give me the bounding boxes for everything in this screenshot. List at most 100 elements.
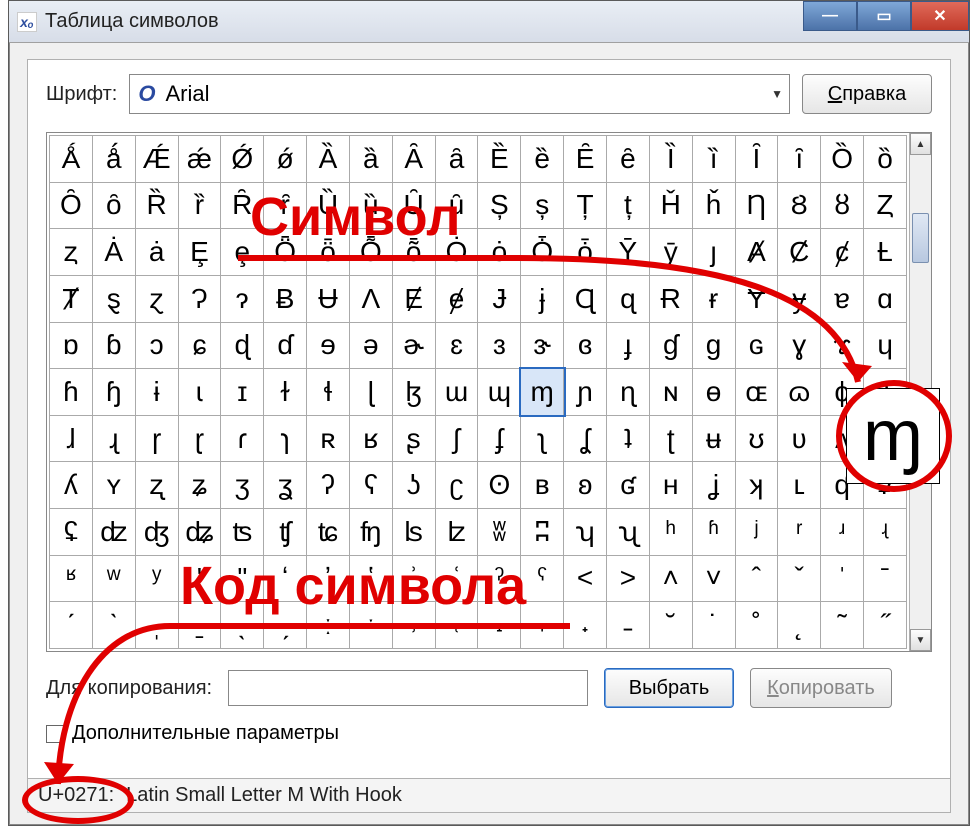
char-cell[interactable]: ʄ bbox=[478, 415, 521, 462]
char-cell[interactable]: Ȏ bbox=[50, 182, 93, 229]
char-cell[interactable]: Ʌ bbox=[349, 275, 392, 322]
char-cell[interactable]: Ȕ bbox=[307, 182, 350, 229]
char-cell[interactable]: ˄ bbox=[649, 555, 692, 602]
char-cell[interactable]: ˓ bbox=[435, 602, 478, 649]
char-cell[interactable]: ʓ bbox=[264, 462, 307, 509]
char-cell[interactable]: ʾ bbox=[392, 555, 435, 602]
char-cell[interactable]: ʒ bbox=[221, 462, 264, 509]
char-cell[interactable]: ʨ bbox=[307, 509, 350, 556]
char-cell[interactable]: Ȳ bbox=[606, 229, 649, 276]
char-cell[interactable]: ɹ bbox=[864, 369, 907, 416]
char-cell[interactable]: ʴ bbox=[821, 509, 864, 556]
char-cell[interactable]: ˜ bbox=[821, 602, 864, 649]
char-cell[interactable]: ɔ bbox=[135, 322, 178, 369]
char-cell[interactable]: ˊ bbox=[50, 602, 93, 649]
char-cell[interactable]: ȗ bbox=[435, 182, 478, 229]
char-cell[interactable]: Ȅ bbox=[478, 136, 521, 183]
char-cell[interactable]: Ȗ bbox=[392, 182, 435, 229]
char-cell[interactable]: ȭ bbox=[392, 229, 435, 276]
char-cell[interactable]: ǽ bbox=[178, 136, 221, 183]
char-cell[interactable]: ʍ bbox=[864, 415, 907, 462]
char-cell[interactable]: ȅ bbox=[521, 136, 564, 183]
char-cell[interactable]: ǻ bbox=[92, 136, 135, 183]
char-cell[interactable]: ʂ bbox=[392, 415, 435, 462]
char-cell[interactable]: ʲ bbox=[735, 509, 778, 556]
char-cell[interactable]: ȳ bbox=[649, 229, 692, 276]
char-cell[interactable]: Ⱦ bbox=[50, 275, 93, 322]
char-cell[interactable]: ɻ bbox=[92, 415, 135, 462]
char-cell[interactable]: ˅ bbox=[692, 555, 735, 602]
char-cell[interactable]: ˗ bbox=[606, 602, 649, 649]
char-cell[interactable]: ɵ bbox=[692, 369, 735, 416]
char-cell[interactable]: ʰ bbox=[649, 509, 692, 556]
char-cell[interactable]: ȼ bbox=[821, 229, 864, 276]
char-cell[interactable]: ɳ bbox=[606, 369, 649, 416]
char-cell[interactable]: ː bbox=[307, 602, 350, 649]
char-cell[interactable]: ȥ bbox=[50, 229, 93, 276]
grid-scrollbar[interactable]: ▲ ▼ bbox=[909, 133, 931, 651]
char-cell[interactable]: ȕ bbox=[349, 182, 392, 229]
char-cell[interactable]: ˂ bbox=[564, 555, 607, 602]
character-grid[interactable]: ǺǻǼǽǾǿȀȁȂȃȄȅȆȇȈȉȊȋȌȍȎȏȐȑȒȓȔȕȖȗȘșȚțȞȟȠȢȣȤ… bbox=[47, 133, 909, 651]
char-cell[interactable]: ʜ bbox=[649, 462, 692, 509]
char-cell[interactable]: ˙ bbox=[692, 602, 735, 649]
char-cell[interactable]: Ǿ bbox=[221, 136, 264, 183]
char-cell[interactable]: ɗ bbox=[264, 322, 307, 369]
char-cell[interactable]: ɺ bbox=[50, 415, 93, 462]
scroll-thumb[interactable] bbox=[912, 213, 929, 263]
char-cell[interactable]: ȯ bbox=[478, 229, 521, 276]
char-cell[interactable]: ʪ bbox=[392, 509, 435, 556]
maximize-button[interactable]: ▭ bbox=[857, 1, 911, 31]
char-cell[interactable]: ʞ bbox=[735, 462, 778, 509]
char-cell[interactable]: ǿ bbox=[264, 136, 307, 183]
char-cell[interactable]: ȫ bbox=[307, 229, 350, 276]
char-cell[interactable]: ɭ bbox=[349, 369, 392, 416]
char-cell[interactable]: ș bbox=[521, 182, 564, 229]
char-cell[interactable]: ɚ bbox=[392, 322, 435, 369]
char-cell[interactable]: ˑ bbox=[349, 602, 392, 649]
char-cell[interactable]: ɷ bbox=[778, 369, 821, 416]
char-cell[interactable]: ʳ bbox=[778, 509, 821, 556]
char-cell[interactable]: ɧ bbox=[92, 369, 135, 416]
char-cell[interactable]: ʕ bbox=[349, 462, 392, 509]
scroll-down-icon[interactable]: ▼ bbox=[910, 629, 931, 651]
char-cell[interactable]: ʟ bbox=[778, 462, 821, 509]
char-cell[interactable]: ɑ bbox=[864, 275, 907, 322]
char-cell[interactable]: Ȑ bbox=[135, 182, 178, 229]
char-cell[interactable]: Ȇ bbox=[564, 136, 607, 183]
char-cell[interactable]: ɼ bbox=[135, 415, 178, 462]
char-cell[interactable]: ȇ bbox=[606, 136, 649, 183]
close-button[interactable]: ✕ bbox=[911, 1, 969, 31]
char-cell[interactable]: ɛ bbox=[435, 322, 478, 369]
char-cell[interactable]: ʃ bbox=[435, 415, 478, 462]
char-cell[interactable]: ʚ bbox=[564, 462, 607, 509]
char-cell[interactable]: Ǽ bbox=[135, 136, 178, 183]
char-cell[interactable]: Ɇ bbox=[392, 275, 435, 322]
char-cell[interactable]: ʱ bbox=[692, 509, 735, 556]
char-cell[interactable]: ɝ bbox=[521, 322, 564, 369]
char-cell[interactable]: ʑ bbox=[178, 462, 221, 509]
char-cell[interactable]: ʐ bbox=[135, 462, 178, 509]
char-cell[interactable]: ʛ bbox=[606, 462, 649, 509]
char-cell[interactable]: ȩ bbox=[221, 229, 264, 276]
char-cell[interactable]: Ɂ bbox=[178, 275, 221, 322]
char-cell[interactable]: ɫ bbox=[264, 369, 307, 416]
char-cell[interactable]: Ȟ bbox=[649, 182, 692, 229]
char-cell[interactable]: ˀ bbox=[478, 555, 521, 602]
help-button[interactable]: ССправкаправка bbox=[802, 74, 932, 114]
char-cell[interactable]: ʎ bbox=[50, 462, 93, 509]
char-cell[interactable]: ˕ bbox=[521, 602, 564, 649]
char-cell[interactable]: ʏ bbox=[92, 462, 135, 509]
char-cell[interactable]: Ɋ bbox=[564, 275, 607, 322]
char-cell[interactable]: ʀ bbox=[307, 415, 350, 462]
char-cell[interactable]: Ȉ bbox=[649, 136, 692, 183]
char-cell[interactable]: ʼ bbox=[307, 555, 350, 602]
char-cell[interactable]: Ȃ bbox=[392, 136, 435, 183]
char-cell[interactable]: ɰ bbox=[478, 369, 521, 416]
char-cell[interactable]: ȑ bbox=[178, 182, 221, 229]
char-cell[interactable]: ˈ bbox=[821, 555, 864, 602]
char-cell[interactable]: ɦ bbox=[50, 369, 93, 416]
char-cell[interactable]: ʥ bbox=[178, 509, 221, 556]
char-cell[interactable]: ɾ bbox=[221, 415, 264, 462]
char-cell[interactable]: ʮ bbox=[564, 509, 607, 556]
